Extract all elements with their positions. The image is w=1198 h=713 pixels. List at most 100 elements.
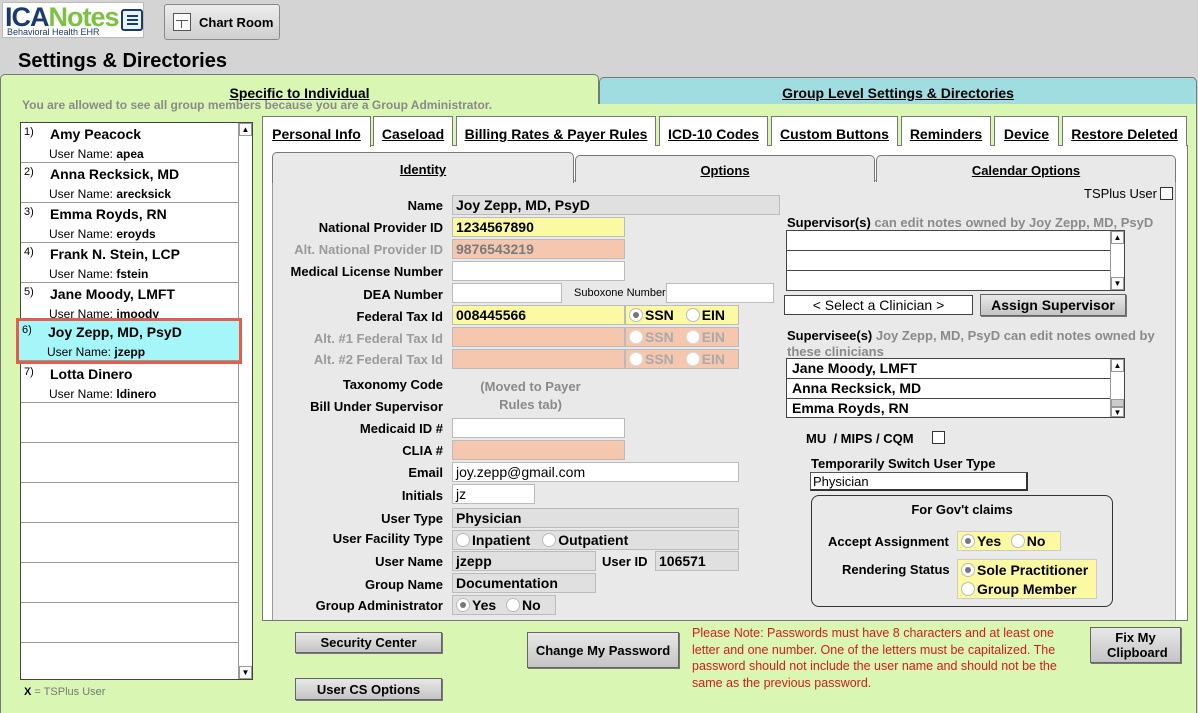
federal-tax-field[interactable]: 008445566 [452,305,625,325]
change-password-button[interactable]: Change My Password [527,632,679,668]
group-admin-no-radio[interactable] [506,598,521,612]
supervisees-title: Supervisee(s) [787,328,873,343]
supervisees-listbox[interactable]: Jane Moody, LMFT Anna Recksick, MD Emma … [786,358,1125,418]
accept-no-radio[interactable] [1010,534,1025,548]
group-member-radio[interactable] [961,582,975,596]
fix-my-clipboard-button[interactable]: Fix My Clipboard [1090,627,1181,663]
user-list-item[interactable]: 7) Lotta Dinero User Name: ldinero [21,363,239,403]
govt-claims-title: For Gov't claims [911,502,1013,517]
switch-user-type-dropdown[interactable]: Physician [810,472,1028,491]
list-item[interactable]: Jane Moody, LMFT [787,359,1124,379]
user-list-item[interactable]: 3) Emma Royds, RN User Name: eroyds [21,203,239,243]
tab-device[interactable]: Device [994,116,1059,146]
yes-label: Yes [977,533,1002,549]
tab-identity[interactable]: Identity [272,152,574,183]
alt-npi-field[interactable]: 9876543219 [452,239,625,259]
medicaid-label: Medicaid ID # [359,421,443,436]
user-list-item-selected[interactable]: 6) Joy Zepp, MD, PsyD User Name: jzepp [16,318,242,364]
list-item[interactable] [787,231,1124,251]
username-value: eroyds [116,227,156,241]
ein-radio[interactable] [685,352,700,366]
ein-radio[interactable] [685,330,700,344]
scroll-down-icon[interactable]: ▼ [1111,277,1124,290]
tab-calendar-options[interactable]: Calendar Options [876,155,1176,182]
suboxone-field[interactable] [666,283,774,303]
alt-npi-label: Alt. National Provider ID [294,242,443,257]
list-item[interactable]: Emma Royds, RN [787,399,1124,419]
email-label: Email [408,465,443,480]
scroll-up-icon[interactable]: ▲ [1111,231,1124,244]
assign-supervisor-button[interactable]: Assign Supervisor [980,294,1126,316]
tsplus-user-checkbox[interactable] [1160,187,1173,200]
user-cs-options-button[interactable]: User CS Options [295,678,442,700]
select-clinician-dropdown[interactable]: < Select a Clinician > [784,295,973,315]
npi-label: National Provider ID [318,220,443,235]
tab-group-level-settings[interactable]: Group Level Settings & Directories [599,77,1197,104]
group-name-field: Documentation [452,573,596,593]
supervisors-note: can edit notes owned by Joy Zepp, MD, Ps… [870,215,1154,230]
list-item[interactable]: Anna Recksick, MD [787,379,1124,399]
security-center-button[interactable]: Security Center [295,632,442,653]
npi-field[interactable]: 1234567890 [452,217,625,237]
rendering-status-label: Rendering Status [842,562,950,577]
tab-billing-rates[interactable]: Billing Rates & Payer Rules [456,116,656,146]
no-label: No [522,597,541,613]
supervisors-listbox[interactable]: ▲ ▼ [786,230,1125,291]
ein-label: EIN [701,307,726,323]
sole-practitioner-radio[interactable] [961,563,975,577]
tab-caseload[interactable]: Caseload [373,116,453,146]
username-label: User Name: [49,227,117,241]
tab-personal-info[interactable]: Personal Info [262,116,371,147]
tab-reminders[interactable]: Reminders [901,116,991,146]
group-admin-yes-radio[interactable] [456,598,470,612]
user-number: 3) [24,206,34,218]
admin-note: You are allowed to see all group members… [22,98,493,112]
yes-label: Yes [472,597,497,613]
medicaid-field[interactable] [452,418,625,438]
rendering-status-radio-group: Sole Practitioner Group Member [957,559,1097,599]
supervisors-scrollbar[interactable]: ▲ ▼ [1110,231,1124,290]
user-list-scrollbar[interactable]: ▲ ▼ [238,123,252,679]
sole-practitioner-label: Sole Practitioner [977,562,1089,578]
initials-field[interactable]: jz [452,484,535,504]
user-name-label: User Name [375,554,443,569]
tab-options[interactable]: Options [575,155,875,182]
ssn-radio[interactable] [629,352,643,366]
ein-radio[interactable] [685,308,700,322]
inpatient-radio[interactable] [456,533,470,547]
clia-field[interactable] [452,440,625,460]
chart-room-button[interactable]: Chart Room [164,4,280,40]
license-field[interactable] [452,261,625,281]
user-list-item[interactable]: 1) Amy Peacock User Name: apea [21,123,239,163]
user-list-item[interactable]: 5) Jane Moody, LMFT User Name: jmoody [21,283,239,323]
user-list-item[interactable]: 4) Frank N. Stein, LCP User Name: fstein [21,243,239,283]
clia-label: CLIA # [402,443,443,458]
email-field[interactable]: joy.zepp@gmail.com [452,462,739,482]
mu-mips-cqm-checkbox[interactable] [932,431,945,444]
alt2-tax-field[interactable] [452,349,625,369]
scroll-up-icon[interactable]: ▲ [1111,359,1124,372]
password-requirements-note: Please Note: Passwords must have 8 chara… [692,626,1057,690]
accept-yes-radio[interactable] [961,534,975,548]
supervisees-scrollbar[interactable]: ▲ ▼ [1110,359,1124,417]
alt1-tax-field[interactable] [452,327,625,347]
ssn-radio[interactable] [629,308,643,322]
tab-custom-buttons[interactable]: Custom Buttons [771,116,898,146]
username-value: arecksick [116,187,172,201]
alt2-tax-type: SSN EIN [625,349,739,369]
scroll-down-icon[interactable]: ▼ [1111,407,1124,417]
tsplus-user-label: TSPlus User [1084,186,1157,201]
scroll-up-icon[interactable]: ▲ [239,123,252,136]
tab-restore-deleted[interactable]: Restore Deleted [1062,116,1187,146]
ssn-radio[interactable] [629,330,643,344]
scroll-thumb[interactable] [1111,399,1124,407]
list-item[interactable] [787,251,1124,271]
outpatient-radio[interactable] [542,533,557,547]
empty-list-row [21,523,239,563]
dea-field[interactable] [452,283,562,303]
scroll-down-icon[interactable]: ▼ [239,666,252,679]
tab-icd10-codes[interactable]: ICD-10 Codes [659,116,768,146]
accept-assignment-label: Accept Assignment [828,534,949,549]
user-list-item[interactable]: 2) Anna Recksick, MD User Name: arecksick [21,163,239,203]
facility-radio-group: Inpatient Outpatient [452,530,739,550]
